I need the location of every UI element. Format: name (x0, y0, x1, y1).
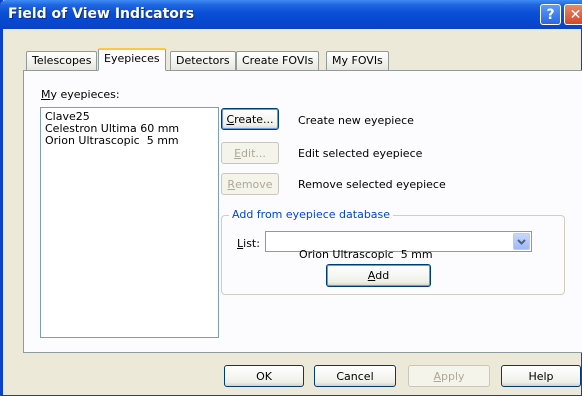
edit-button[interactable]: Edit... (221, 142, 279, 164)
close-button[interactable]: ✕ (564, 4, 582, 25)
my-eyepieces-label: My eyepieces: (41, 88, 120, 101)
eyepiece-list[interactable]: Clave25 Celestron Ultima 60 mm Orion Ult… (40, 107, 219, 338)
add-button[interactable]: Add (326, 264, 431, 287)
remove-description: Remove selected eyepiece (298, 178, 446, 191)
dialog-window: Field of View Indicators ? ✕ Telescopes … (0, 0, 582, 396)
help-caption-button[interactable]: ? (540, 4, 561, 25)
selected-value: Orion Ultrascopic 5 mm (298, 248, 433, 261)
eyepiece-database-select[interactable]: Orion Ultrascopic 5 mm (265, 231, 532, 261)
ok-button[interactable]: OK (224, 365, 304, 387)
close-icon: ✕ (569, 6, 582, 23)
tab-eyepieces[interactable]: Eyepieces (98, 48, 166, 71)
create-button[interactable]: Create... (221, 108, 279, 130)
tab-label: Telescopes (32, 54, 92, 67)
dropdown-arrow-button[interactable] (513, 233, 530, 250)
cancel-button[interactable]: Cancel (314, 365, 396, 387)
window-title: Field of View Indicators (8, 6, 195, 22)
edit-description: Edit selected eyepiece (298, 147, 423, 160)
remove-button[interactable]: Remove (221, 173, 279, 195)
list-item[interactable]: Orion Ultrascopic 5 mm (45, 135, 214, 147)
tab-create-fovis[interactable]: Create FOVIs (236, 51, 320, 70)
tab-telescopes[interactable]: Telescopes (26, 51, 98, 70)
tab-label: My FOVIs (332, 54, 383, 67)
tab-label: Detectors (176, 54, 230, 67)
tab-my-fovis[interactable]: My FOVIs (326, 51, 389, 70)
tab-detectors[interactable]: Detectors (170, 51, 236, 70)
chevron-down-icon (517, 238, 526, 245)
eyepieces-tab-panel: My eyepieces: Clave25 Celestron Ultima 6… (23, 70, 582, 353)
question-icon: ? (546, 6, 555, 23)
group-title: Add from eyepiece database (229, 208, 394, 221)
list-label: List: (237, 237, 260, 250)
tab-label: Create FOVIs (242, 54, 314, 67)
tab-label: Eyepieces (104, 52, 160, 65)
create-description: Create new eyepiece (298, 114, 414, 127)
apply-button[interactable]: Apply (408, 365, 490, 387)
title-bar[interactable]: Field of View Indicators ? ✕ (0, 0, 582, 29)
eyepiece-database-group: Add from eyepiece database List: Orion U… (221, 208, 565, 295)
help-button[interactable]: Help (501, 365, 581, 387)
